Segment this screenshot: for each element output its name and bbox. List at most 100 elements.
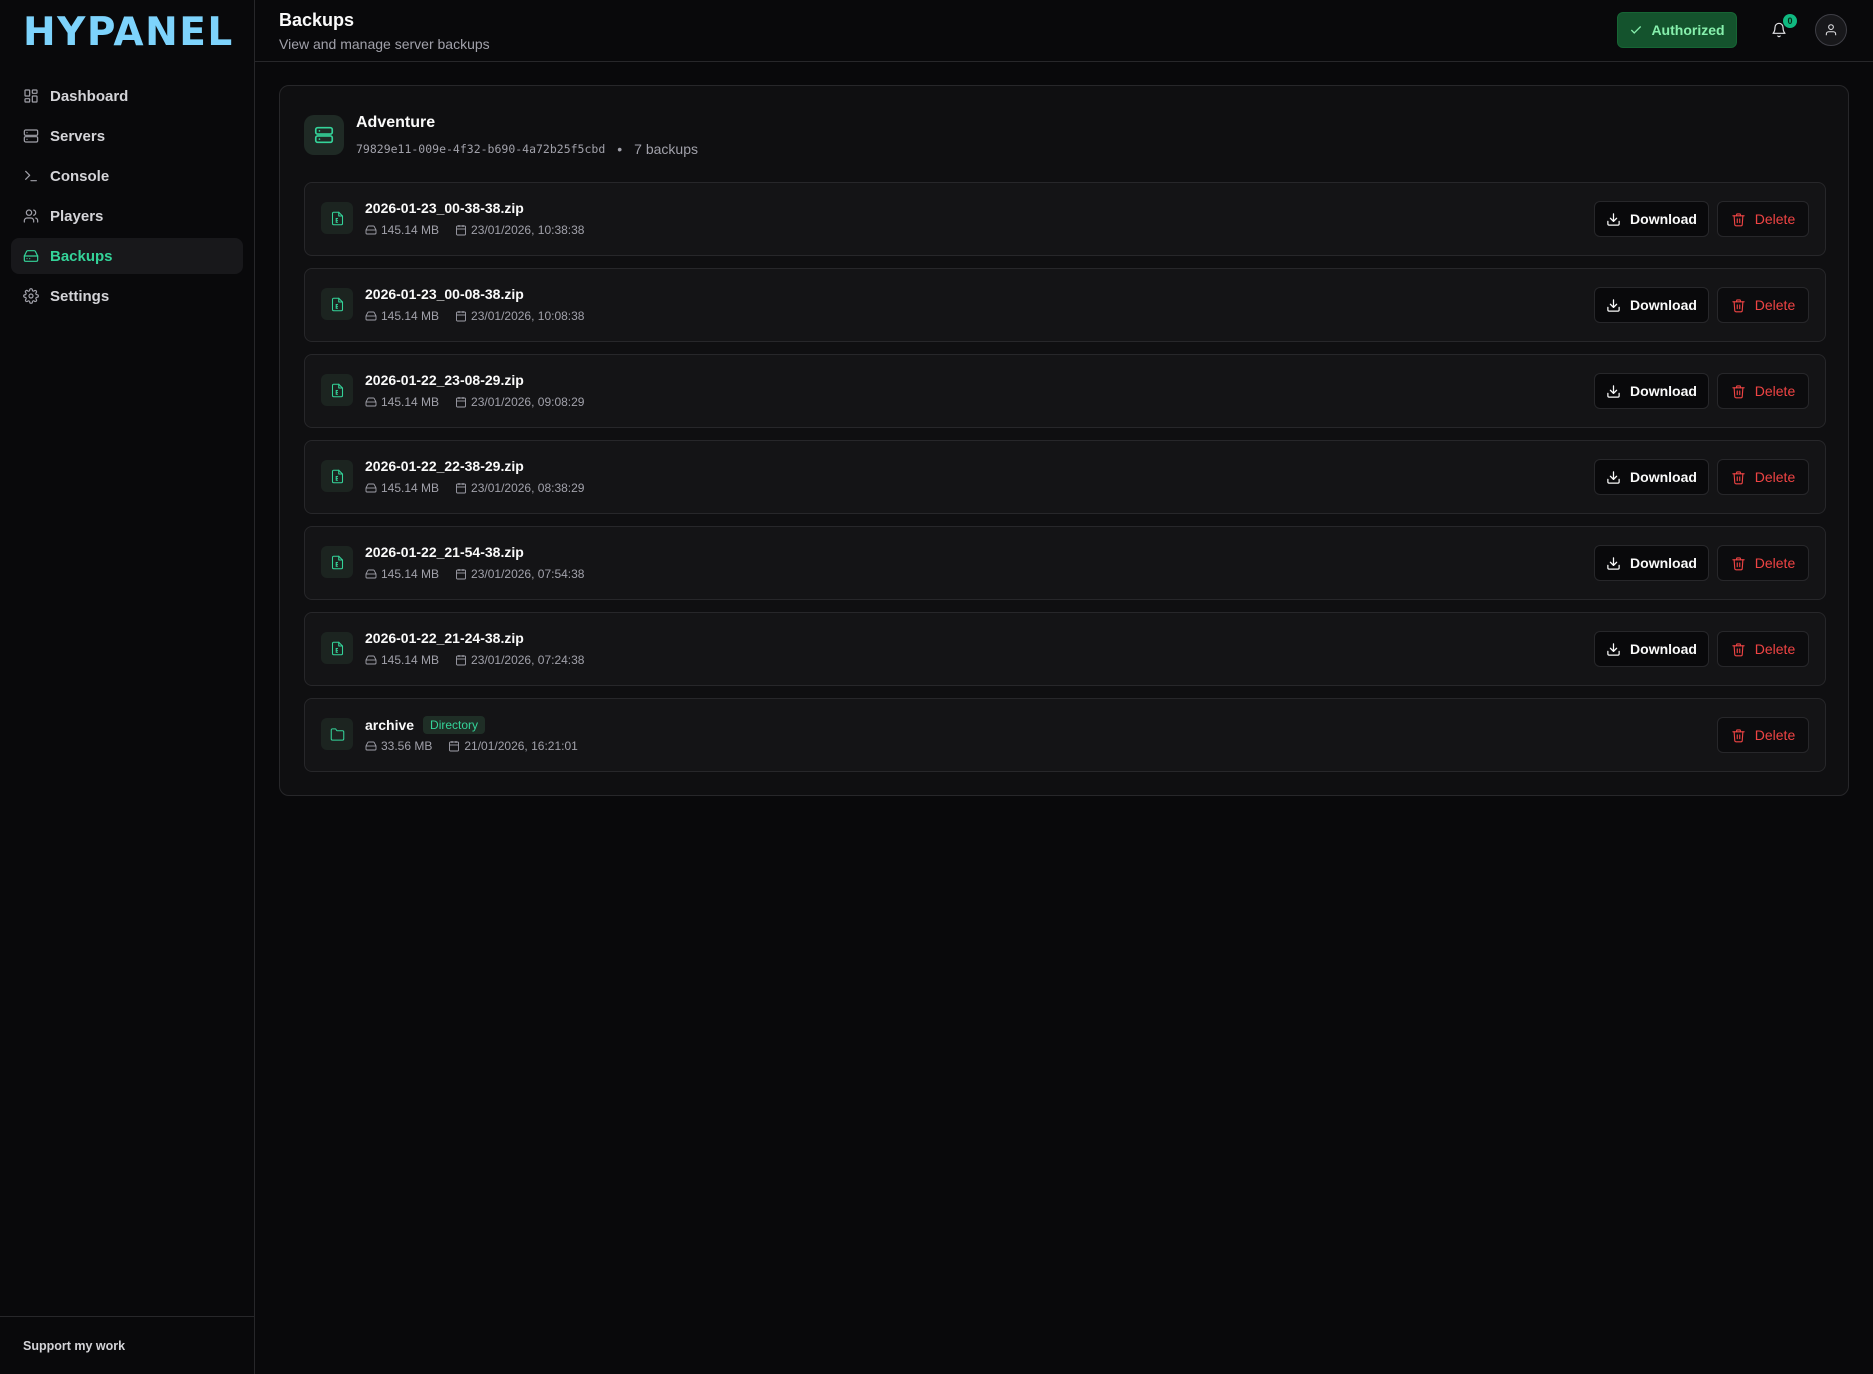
download-label: Download <box>1630 383 1697 399</box>
delete-label: Delete <box>1754 555 1796 571</box>
backup-name: 2026-01-22_22-38-29.zip <box>365 458 524 474</box>
download-icon <box>1606 642 1630 657</box>
hard-drive-icon <box>365 740 381 752</box>
dashboard-icon <box>23 88 39 104</box>
backup-list: 2026-01-23_00-38-38.zip 145.14 MB 23/01/… <box>304 182 1826 784</box>
download-icon <box>1606 556 1630 571</box>
delete-button[interactable]: Delete <box>1717 459 1809 495</box>
hard-drive-icon <box>365 224 381 236</box>
zip-file-icon <box>321 374 353 406</box>
backup-meta: 145.14 MB 23/01/2026, 07:24:38 <box>365 653 600 667</box>
calendar-icon <box>448 740 464 752</box>
app-root: HYPANEL Dashboard Servers Console Player… <box>0 0 1873 1374</box>
server-meta: 79829e11-009e-4f32-b690-4a72b25f5cbd • 7… <box>356 141 698 157</box>
calendar-icon <box>455 568 471 580</box>
calendar-icon <box>455 482 471 494</box>
servers-icon <box>23 128 39 144</box>
sidebar-item-servers[interactable]: Servers <box>11 118 243 154</box>
delete-label: Delete <box>1754 727 1796 743</box>
server-icon <box>304 115 344 155</box>
backup-row: 2026-01-22_23-08-29.zip 145.14 MB 23/01/… <box>304 354 1826 428</box>
hard-drive-icon <box>365 654 381 666</box>
backup-date: 23/01/2026, 08:38:29 <box>455 481 584 495</box>
download-button[interactable]: Download <box>1594 459 1709 495</box>
backup-date-value: 23/01/2026, 08:38:29 <box>471 481 585 495</box>
delete-button[interactable]: Delete <box>1717 373 1809 409</box>
zip-file-icon <box>321 202 353 234</box>
backup-row: 2026-01-23_00-08-38.zip 145.14 MB 23/01/… <box>304 268 1826 342</box>
backup-date-value: 23/01/2026, 07:54:38 <box>471 567 585 581</box>
backup-meta: 145.14 MB 23/01/2026, 07:54:38 <box>365 567 600 581</box>
sidebar-item-label: Console <box>50 167 110 185</box>
download-icon <box>1606 384 1630 399</box>
backup-meta: 145.14 MB 23/01/2026, 10:08:38 <box>365 309 600 323</box>
backup-meta: 145.14 MB 23/01/2026, 09:08:29 <box>365 395 600 409</box>
backup-row: archive Directory 33.56 MB 21/01/2026, 1… <box>304 698 1826 772</box>
hard-drive-icon <box>365 310 381 322</box>
sidebar-item-players[interactable]: Players <box>11 198 243 234</box>
server-backups-card: Adventure 79829e11-009e-4f32-b690-4a72b2… <box>279 85 1849 796</box>
backup-name-wrap: 2026-01-22_23-08-29.zip <box>365 372 524 388</box>
directory-badge: Directory <box>423 716 486 734</box>
backup-size: 33.56 MB <box>365 739 432 753</box>
download-button[interactable]: Download <box>1594 545 1709 581</box>
backup-size-value: 145.14 MB <box>381 309 440 323</box>
backup-size-value: 145.14 MB <box>381 395 440 409</box>
delete-button[interactable]: Delete <box>1717 287 1809 323</box>
backup-meta: 145.14 MB 23/01/2026, 10:38:38 <box>365 223 600 237</box>
download-button[interactable]: Download <box>1594 373 1709 409</box>
delete-button[interactable]: Delete <box>1717 545 1809 581</box>
server-id: 79829e11-009e-4f32-b690-4a72b25f5cbd <box>356 142 606 156</box>
hard-drive-icon <box>365 482 381 494</box>
download-label: Download <box>1630 555 1697 571</box>
delete-button[interactable]: Delete <box>1717 717 1809 753</box>
sidebar-item-label: Dashboard <box>50 87 129 105</box>
delete-button[interactable]: Delete <box>1717 631 1809 667</box>
zip-file-icon <box>321 546 353 578</box>
delete-label: Delete <box>1754 383 1796 399</box>
backup-name: archive <box>365 717 415 733</box>
backup-size-value: 145.14 MB <box>381 653 440 667</box>
user-icon <box>1824 23 1838 37</box>
download-label: Download <box>1630 469 1697 485</box>
delete-label: Delete <box>1754 297 1796 313</box>
notifications-button[interactable]: 0 <box>1763 14 1797 46</box>
sidebar-item-label: Settings <box>50 287 110 305</box>
sidebar-item-backups[interactable]: Backups <box>11 238 243 274</box>
backup-size: 145.14 MB <box>365 223 439 237</box>
backup-size-value: 145.14 MB <box>381 223 440 237</box>
backup-date: 23/01/2026, 07:54:38 <box>455 567 584 581</box>
authorized-button[interactable]: Authorized <box>1617 12 1737 48</box>
sidebar-item-dashboard[interactable]: Dashboard <box>11 78 243 114</box>
download-button[interactable]: Download <box>1594 201 1709 237</box>
hard-drive-icon <box>23 248 39 264</box>
download-button[interactable]: Download <box>1594 631 1709 667</box>
backup-row: 2026-01-22_21-54-38.zip 145.14 MB 23/01/… <box>304 526 1826 600</box>
trash-icon <box>1731 470 1755 485</box>
backup-date: 23/01/2026, 07:24:38 <box>455 653 584 667</box>
hard-drive-icon <box>365 396 381 408</box>
backup-name: 2026-01-23_00-08-38.zip <box>365 286 524 302</box>
trash-icon <box>1731 642 1755 657</box>
sidebar-item-settings[interactable]: Settings <box>11 278 243 314</box>
sidebar-item-label: Backups <box>50 247 113 265</box>
brand-logo[interactable]: HYPANEL <box>23 8 234 58</box>
download-label: Download <box>1630 211 1697 227</box>
backup-date-value: 23/01/2026, 09:08:29 <box>471 395 585 409</box>
user-menu-button[interactable] <box>1815 14 1847 46</box>
delete-label: Delete <box>1754 469 1796 485</box>
backup-name-wrap: 2026-01-22_21-54-38.zip <box>365 544 524 560</box>
backup-size-value: 145.14 MB <box>381 567 440 581</box>
sidebar-item-console[interactable]: Console <box>11 158 243 194</box>
notification-count-badge: 0 <box>1783 14 1797 28</box>
download-button[interactable]: Download <box>1594 287 1709 323</box>
sidebar: HYPANEL Dashboard Servers Console Player… <box>0 0 255 1374</box>
download-label: Download <box>1630 297 1697 313</box>
support-link[interactable]: Support my work <box>0 1316 254 1374</box>
backup-name-wrap: 2026-01-22_21-24-38.zip <box>365 630 524 646</box>
calendar-icon <box>455 654 471 666</box>
calendar-icon <box>455 396 471 408</box>
backup-name: 2026-01-22_21-54-38.zip <box>365 544 524 560</box>
backup-date: 23/01/2026, 10:08:38 <box>455 309 584 323</box>
delete-button[interactable]: Delete <box>1717 201 1809 237</box>
